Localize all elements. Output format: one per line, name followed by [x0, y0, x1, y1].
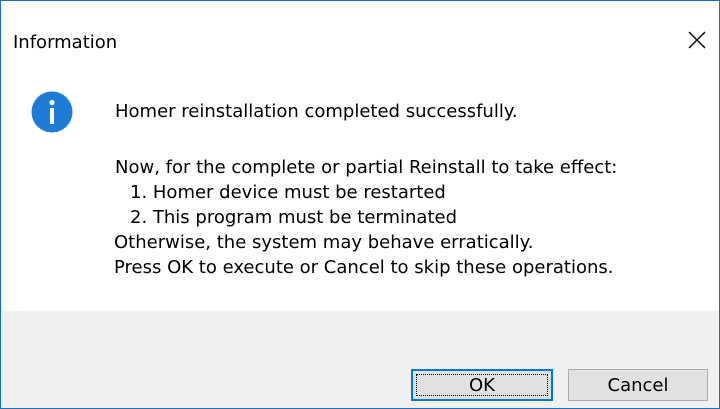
ok-button[interactable]: OK — [411, 369, 553, 401]
message-area: Homer reinstallation completed successfu… — [1, 61, 719, 311]
info-icon — [31, 91, 73, 133]
dialog-title: Information — [13, 32, 118, 53]
message-body: Now, for the complete or partial Reinsta… — [114, 155, 618, 280]
message-line: Otherwise, the system may behave erratic… — [114, 232, 534, 253]
message-line: Now, for the complete or partial Reinsta… — [115, 157, 618, 178]
message-line: Press OK to execute or Cancel to skip th… — [114, 257, 614, 278]
close-icon — [688, 31, 706, 49]
information-dialog: Information Homer reinstallation complet… — [0, 0, 720, 409]
message-headline: Homer reinstallation completed successfu… — [115, 101, 518, 122]
cancel-button[interactable]: Cancel — [568, 369, 708, 401]
close-button[interactable] — [675, 19, 719, 61]
message-line: 1. Homer device must be restarted — [130, 182, 446, 203]
message-line: 2. This program must be terminated — [130, 207, 458, 228]
cancel-button-label: Cancel — [607, 374, 669, 396]
button-bar: OK Cancel — [1, 311, 719, 408]
title-bar[interactable]: Information — [1, 1, 719, 61]
focus-ring — [416, 374, 548, 396]
